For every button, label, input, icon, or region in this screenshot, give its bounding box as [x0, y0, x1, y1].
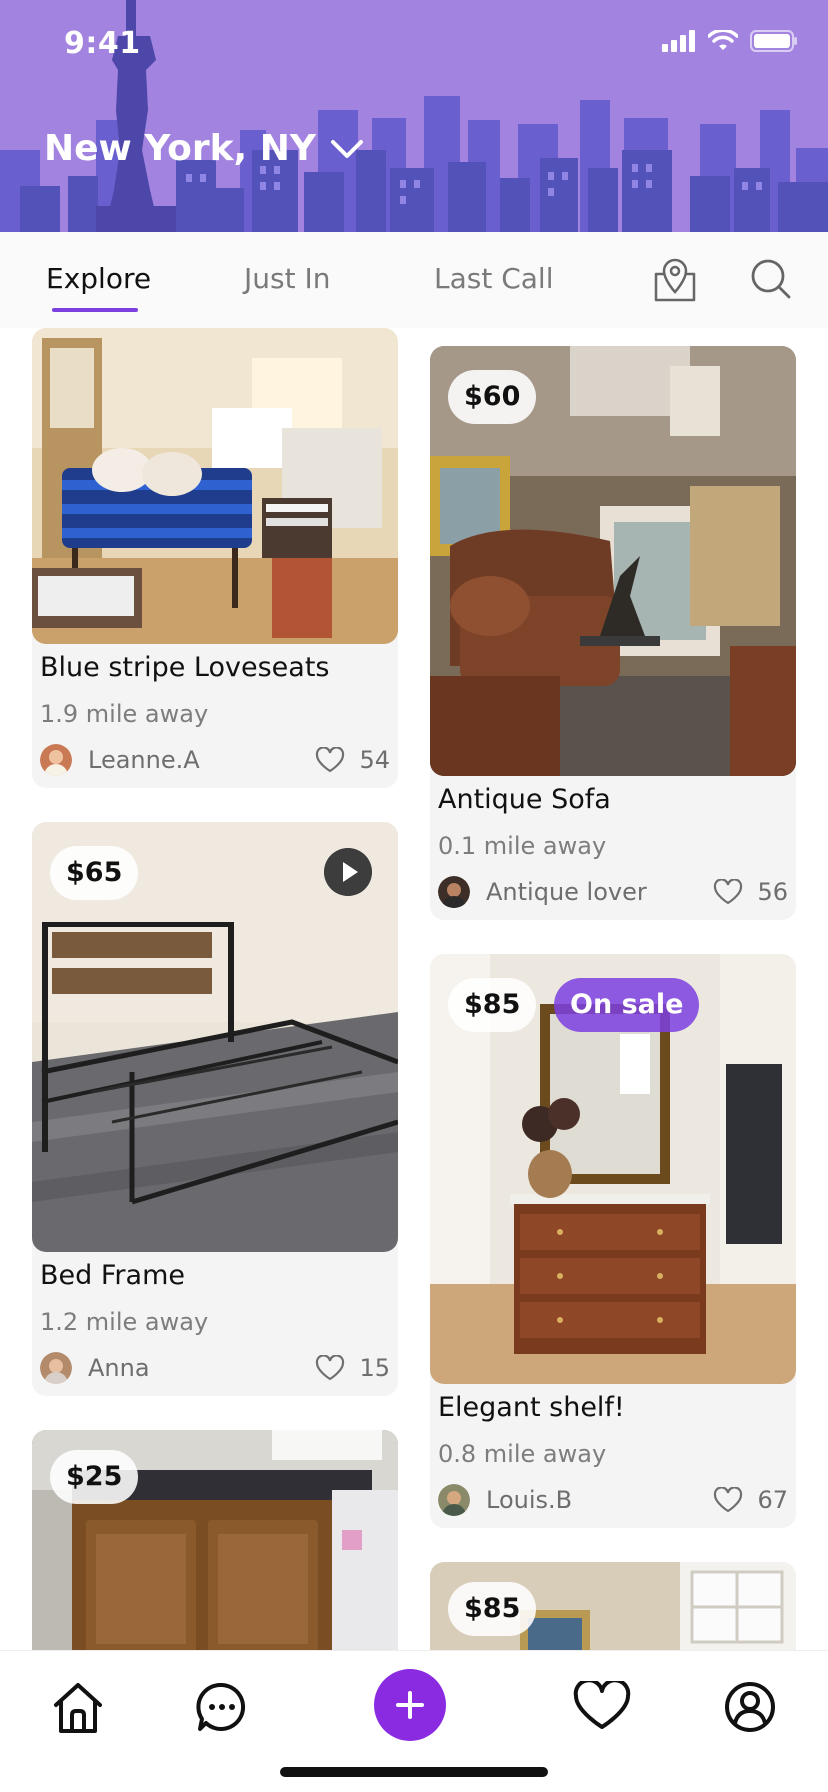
listing-distance: 1.9 mile away — [40, 700, 209, 728]
city-header: 9:41 New York, NY — [0, 0, 828, 232]
heart-outline-icon — [316, 747, 345, 773]
search-icon[interactable] — [748, 256, 794, 302]
price-badge: $25 — [50, 1450, 139, 1504]
listing-card[interactable]: $25 — [32, 1430, 398, 1650]
tab-just-in[interactable]: Just In — [244, 262, 330, 295]
profile-icon[interactable] — [724, 1681, 776, 1733]
plus-icon — [396, 1691, 424, 1719]
avatar — [40, 1352, 72, 1384]
like-count[interactable]: 56 — [713, 878, 788, 906]
home-indicator — [280, 1767, 548, 1777]
like-count[interactable]: 54 — [315, 746, 390, 774]
status-time: 9:41 — [64, 26, 141, 61]
home-icon[interactable] — [50, 1681, 106, 1735]
seller-name: Anna — [88, 1354, 150, 1382]
like-count-value: 54 — [359, 746, 390, 774]
wifi-icon — [708, 30, 738, 50]
tab-explore[interactable]: Explore — [46, 262, 151, 295]
app-screen: 9:41 New York, NY Explore Just In Last C… — [0, 0, 828, 1792]
price-badge: $60 — [448, 370, 537, 424]
like-count-value: 15 — [359, 1354, 390, 1382]
listing-title: Antique Sofa — [438, 784, 611, 815]
active-tab-indicator — [52, 308, 138, 312]
heart-outline-icon — [714, 879, 743, 905]
chevron-down-icon — [330, 139, 363, 158]
like-count-value: 56 — [757, 878, 788, 906]
heart-outline-icon — [714, 1487, 743, 1513]
chat-icon[interactable] — [196, 1681, 248, 1733]
listing-photo — [32, 328, 398, 644]
avatar — [40, 744, 72, 776]
listing-distance: 1.2 mile away — [40, 1308, 209, 1336]
like-count[interactable]: 15 — [315, 1354, 390, 1382]
like-count[interactable]: 67 — [713, 1486, 788, 1514]
location-label: New York, NY — [44, 128, 316, 169]
avatar — [438, 1484, 470, 1516]
listing-card[interactable]: $85 On sale Elegant shelf! 0.8 mile away… — [430, 954, 796, 1528]
price-badge: $85 — [448, 978, 537, 1032]
on-sale-badge: On sale — [554, 978, 700, 1032]
heart-outline-icon — [316, 1355, 345, 1381]
avatar — [438, 876, 470, 908]
listing-distance: 0.1 mile away — [438, 832, 607, 860]
listing-card[interactable]: $65 Bed Frame 1.2 mile away Anna 15 — [32, 822, 398, 1396]
location-selector[interactable]: New York, NY — [44, 128, 364, 169]
status-icons — [662, 30, 798, 52]
listing-card[interactable]: Blue stripe Loveseats 1.9 mile away Lean… — [32, 328, 398, 788]
map-pin-icon[interactable] — [652, 256, 698, 304]
listing-feed[interactable]: Blue stripe Loveseats 1.9 mile away Lean… — [0, 328, 828, 1650]
listing-title: Blue stripe Loveseats — [40, 652, 330, 683]
bottom-navigation — [0, 1650, 828, 1792]
battery-icon — [750, 30, 797, 52]
listing-distance: 0.8 mile away — [438, 1440, 607, 1468]
price-badge: $65 — [50, 846, 139, 900]
heart-icon[interactable] — [572, 1681, 632, 1731]
seller-name: Leanne.A — [88, 746, 200, 774]
seller-name: Antique lover — [486, 878, 647, 906]
tab-last-call[interactable]: Last Call — [434, 262, 554, 295]
add-listing-button[interactable] — [374, 1669, 446, 1741]
signal-icon — [662, 30, 695, 52]
seller-name: Louis.B — [486, 1486, 573, 1514]
like-count-value: 67 — [757, 1486, 788, 1514]
listing-title: Bed Frame — [40, 1260, 185, 1291]
play-icon[interactable] — [324, 848, 372, 896]
listing-card[interactable]: $85 — [430, 1562, 796, 1650]
listing-title: Elegant shelf! — [438, 1392, 625, 1423]
category-tabs: Explore Just In Last Call — [0, 232, 828, 328]
price-badge: $85 — [448, 1582, 537, 1636]
listing-card[interactable]: $60 Antique Sofa 0.1 mile away Antique l… — [430, 346, 796, 920]
